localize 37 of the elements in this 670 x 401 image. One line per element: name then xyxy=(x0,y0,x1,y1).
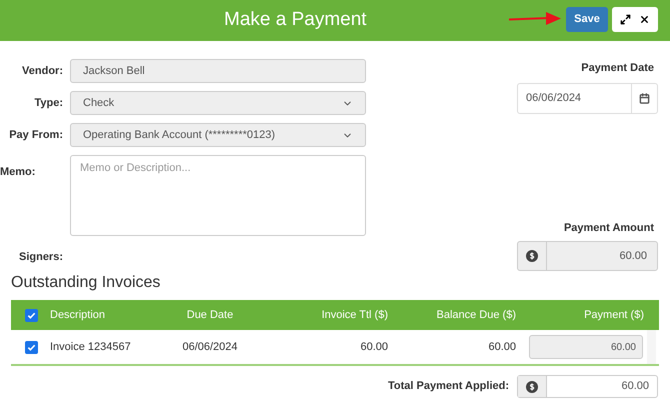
table-cell-text: 60.00 xyxy=(487,340,516,355)
signers-label: Signers: xyxy=(18,250,63,265)
vendor-label: Vendor: xyxy=(21,64,63,79)
pay-from-select[interactable]: Operating Bank Account (*********0123) xyxy=(70,123,366,147)
section-title: Outstanding Invoices xyxy=(11,273,162,293)
window-title: Make a Payment xyxy=(224,8,367,32)
expand-icon[interactable] xyxy=(620,14,631,25)
close-icon[interactable] xyxy=(639,14,650,25)
column-header: Description xyxy=(50,308,106,323)
checkbox[interactable] xyxy=(24,340,38,354)
payment-date-field[interactable]: 06/06/2024 xyxy=(517,82,658,114)
checkbox[interactable] xyxy=(24,308,38,322)
column-header: Due Date xyxy=(186,308,234,323)
payment-amount-field[interactable]: 60.00 xyxy=(517,241,658,271)
table-cell-text: 06/06/2024 xyxy=(181,340,239,355)
total-field[interactable]: 60.00 xyxy=(517,375,658,398)
dollar-icon xyxy=(526,250,538,262)
payment-amount-label: Payment Amount xyxy=(564,220,655,236)
table-cell-text: 60.00 xyxy=(359,340,388,355)
payment-date-label: Payment Date xyxy=(581,61,655,76)
vendor-field[interactable]: Jackson Bell xyxy=(70,59,366,83)
arrow-icon xyxy=(509,11,561,27)
memo-field[interactable]: Memo or Description... xyxy=(70,155,366,236)
memo-label: Memo: xyxy=(0,166,36,178)
pay-from-label: Pay From: xyxy=(8,128,63,143)
payment-field[interactable]: 60.00 xyxy=(529,335,643,359)
column-header: Payment ($) xyxy=(583,308,644,323)
save-button[interactable]: Save xyxy=(566,7,608,32)
type-label: Type: xyxy=(33,96,63,111)
column-header: Invoice Ttl ($) xyxy=(320,308,388,323)
dollar-icon xyxy=(526,380,538,392)
type-select[interactable]: Check xyxy=(70,91,366,115)
scrollbar xyxy=(647,330,656,364)
column-header: Balance Due ($) xyxy=(436,308,516,323)
total-label: Total Payment Applied: xyxy=(388,379,509,394)
calendar-icon[interactable] xyxy=(639,92,650,104)
table-cell-text: Invoice 1234567 xyxy=(50,340,132,355)
